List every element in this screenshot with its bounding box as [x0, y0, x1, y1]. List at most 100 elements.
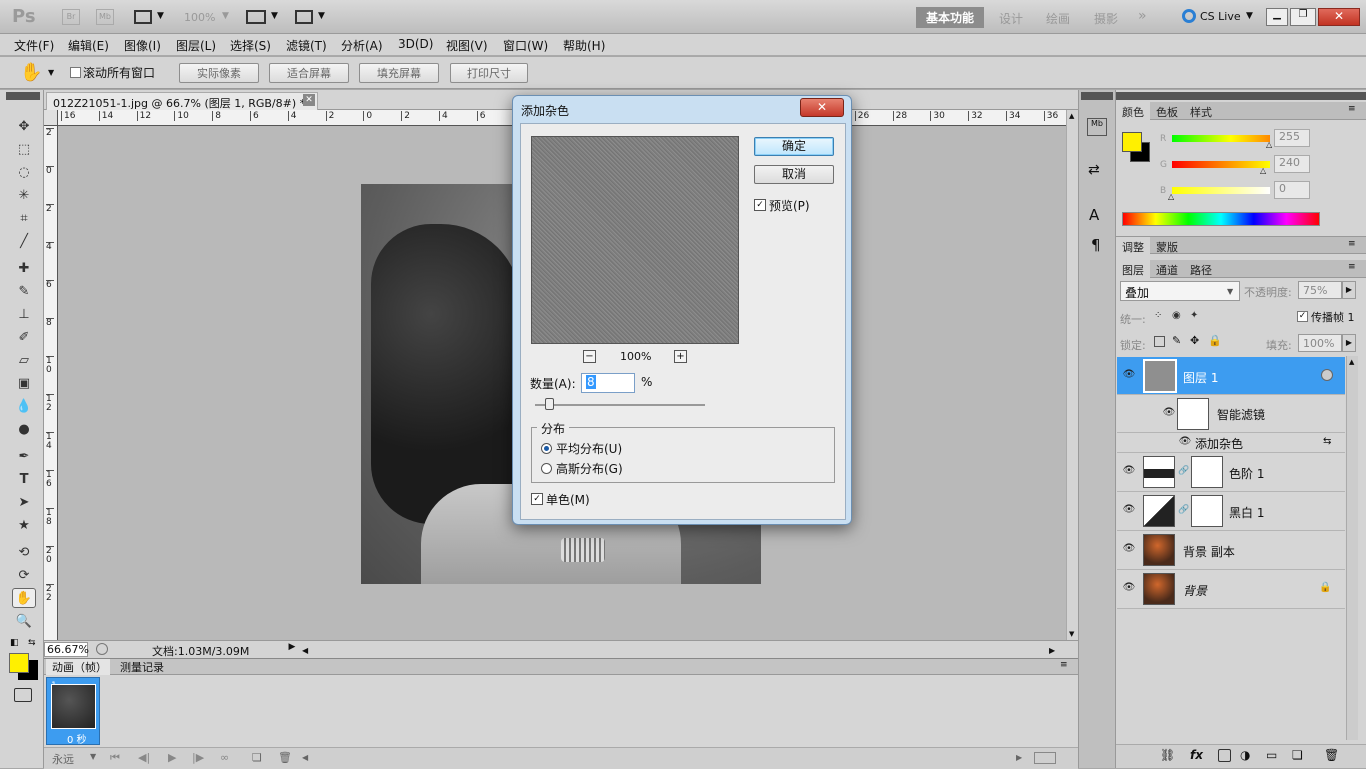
tab-masks[interactable]: 蒙版	[1150, 237, 1184, 257]
minimize-button[interactable]: ▁	[1266, 8, 1288, 26]
visibility-eye-icon[interactable]: 👁	[1177, 436, 1193, 450]
menu-image[interactable]: 图像(I)	[124, 37, 161, 54]
layer-row-smart-filters[interactable]: 👁 智能滤镜	[1117, 395, 1345, 433]
gradient-tool-icon[interactable]: ▣	[12, 373, 36, 393]
layer-name[interactable]: 背景	[1183, 582, 1207, 599]
propagate-checkbox[interactable]: ✓	[1297, 311, 1308, 322]
tab-animation[interactable]: 动画（帧）	[46, 659, 110, 675]
zoom-out-button[interactable]: −	[583, 350, 596, 363]
unify-style-icon[interactable]: ✦	[1190, 310, 1198, 321]
unify-position-icon[interactable]: ⁘	[1154, 310, 1162, 321]
next-frame-icon[interactable]: |▶	[192, 751, 204, 764]
panel-menu-icon[interactable]: ≡	[1348, 104, 1356, 114]
unify-visibility-icon[interactable]: ◉	[1172, 310, 1181, 321]
move-tool-icon[interactable]: ✥	[12, 116, 36, 136]
path-selection-tool-icon[interactable]: ➤	[12, 492, 36, 512]
minibridge-icon[interactable]: Mb	[1087, 118, 1107, 136]
visibility-eye-icon[interactable]: 👁	[1121, 369, 1137, 383]
chevron-down-icon[interactable]: ▼	[222, 11, 229, 21]
play-icon[interactable]: ▶	[168, 751, 176, 764]
amount-input[interactable]: 8	[581, 373, 635, 393]
layer-row-levels[interactable]: 👁 🔗 色阶 1	[1117, 453, 1345, 492]
pen-tool-icon[interactable]: ✒	[12, 446, 36, 466]
scroll-up-icon[interactable]: ▲	[1069, 112, 1074, 120]
marquee-tool-icon[interactable]: ⬚	[12, 139, 36, 159]
view-extras-icon[interactable]	[134, 10, 152, 24]
opacity-arrow-icon[interactable]: ▶	[1342, 281, 1356, 299]
fill-field[interactable]: 100%	[1298, 334, 1342, 352]
layer-row-add-noise[interactable]: 👁 添加杂色 ⇆	[1117, 433, 1345, 453]
brush-tool-icon[interactable]: ✎	[12, 281, 36, 301]
bridge-button[interactable]: Br	[62, 9, 80, 25]
filter-options-icon[interactable]: ⇆	[1323, 436, 1331, 447]
tween-icon[interactable]: ∞	[220, 751, 229, 764]
dodge-tool-icon[interactable]: ●	[12, 419, 36, 439]
prev-frame-icon[interactable]: ◀|	[138, 751, 150, 764]
workspace-painting[interactable]: 绘画	[1046, 10, 1070, 27]
panel-menu-icon[interactable]: ≡	[1348, 262, 1356, 272]
healing-brush-tool-icon[interactable]: ✚	[12, 258, 36, 278]
tab-color[interactable]: 颜色	[1116, 102, 1150, 122]
menu-help[interactable]: 帮助(H)	[563, 37, 605, 54]
delete-frame-icon[interactable]: 🗑	[278, 751, 292, 764]
r-slider[interactable]	[1172, 135, 1270, 142]
tab-layers[interactable]: 图层	[1116, 260, 1150, 280]
lock-pixels-icon[interactable]: ✎	[1172, 334, 1181, 347]
type-tool-icon[interactable]: T	[12, 469, 36, 489]
layers-scrollbar[interactable]: ▲	[1346, 356, 1358, 740]
character-icon[interactable]: A	[1089, 206, 1099, 224]
scroll-all-checkbox[interactable]	[70, 67, 81, 78]
lasso-tool-icon[interactable]: ◌	[12, 162, 36, 182]
mono-checkbox[interactable]: ✓	[531, 493, 543, 505]
shape-tool-icon[interactable]: ★	[12, 515, 36, 535]
opacity-field[interactable]: 75%	[1298, 281, 1342, 299]
preview-checkbox[interactable]: ✓	[754, 199, 766, 211]
fit-screen-button[interactable]: 适合屏幕	[269, 63, 349, 83]
restore-button[interactable]: ❐	[1290, 8, 1316, 26]
chevron-down-icon[interactable]: ▼	[271, 11, 278, 21]
zoom-level[interactable]: 100%	[184, 11, 215, 24]
g-slider[interactable]	[1172, 161, 1270, 168]
eyedropper-tool-icon[interactable]: ╱	[12, 231, 36, 251]
layer-row-black-white[interactable]: 👁 🔗 黑白 1	[1117, 492, 1345, 531]
history-brush-tool-icon[interactable]: ✐	[12, 327, 36, 347]
menu-analysis[interactable]: 分析(A)	[341, 37, 383, 54]
status-icon[interactable]	[96, 643, 108, 655]
3d-rotate-tool-icon[interactable]: ⟲	[12, 542, 36, 562]
quick-mask-icon[interactable]	[14, 688, 32, 702]
scroll-left-icon[interactable]: ◀	[302, 753, 308, 762]
tab-adjustments[interactable]: 调整	[1116, 237, 1150, 257]
swap-colors-icon[interactable]: ⇆	[28, 638, 36, 648]
zoom-field[interactable]: 66.67%	[44, 642, 89, 657]
zoom-tool-icon[interactable]: 🔍	[12, 611, 36, 631]
tab-swatches[interactable]: 色板	[1150, 102, 1184, 122]
menu-layer[interactable]: 图层(L)	[176, 37, 216, 54]
hand-tool-icon[interactable]: ✋	[12, 588, 36, 608]
layer-style-icon[interactable]: fx	[1190, 748, 1203, 762]
ok-button[interactable]: 确定	[754, 137, 834, 156]
panel-menu-icon[interactable]: ≡	[1060, 660, 1068, 670]
crop-tool-icon[interactable]: ⌗	[12, 208, 36, 228]
vertical-scrollbar[interactable]: ▲ ▼	[1066, 110, 1078, 640]
workspace-photography[interactable]: 摄影	[1094, 10, 1118, 27]
menu-view[interactable]: 视图(V)	[446, 37, 488, 54]
minibridge-button[interactable]: Mb	[96, 9, 114, 25]
g-slider-handle-icon[interactable]: △	[1260, 166, 1266, 175]
menu-select[interactable]: 选择(S)	[230, 37, 271, 54]
tab-styles[interactable]: 样式	[1184, 102, 1218, 122]
g-value[interactable]: 240	[1274, 155, 1310, 173]
lock-position-icon[interactable]: ✥	[1190, 334, 1199, 347]
layer-row-background[interactable]: 👁 背景 🔒	[1117, 570, 1345, 609]
default-colors-icon[interactable]: ◧	[10, 638, 19, 648]
r-value[interactable]: 255	[1274, 129, 1310, 147]
frame-time[interactable]: 0 秒	[67, 731, 87, 746]
color-fg-swatch[interactable]	[1122, 132, 1142, 152]
loop-option[interactable]: 永远	[52, 751, 74, 767]
scroll-down-icon[interactable]: ▼	[1069, 630, 1074, 638]
close-button[interactable]: ✕	[1318, 8, 1360, 26]
history-icon[interactable]: ⇄	[1088, 162, 1100, 178]
fill-arrow-icon[interactable]: ▶	[1342, 334, 1356, 352]
first-frame-icon[interactable]: ⏮	[110, 751, 120, 765]
tab-paths[interactable]: 路径	[1184, 260, 1218, 280]
menu-edit[interactable]: 编辑(E)	[68, 37, 109, 54]
